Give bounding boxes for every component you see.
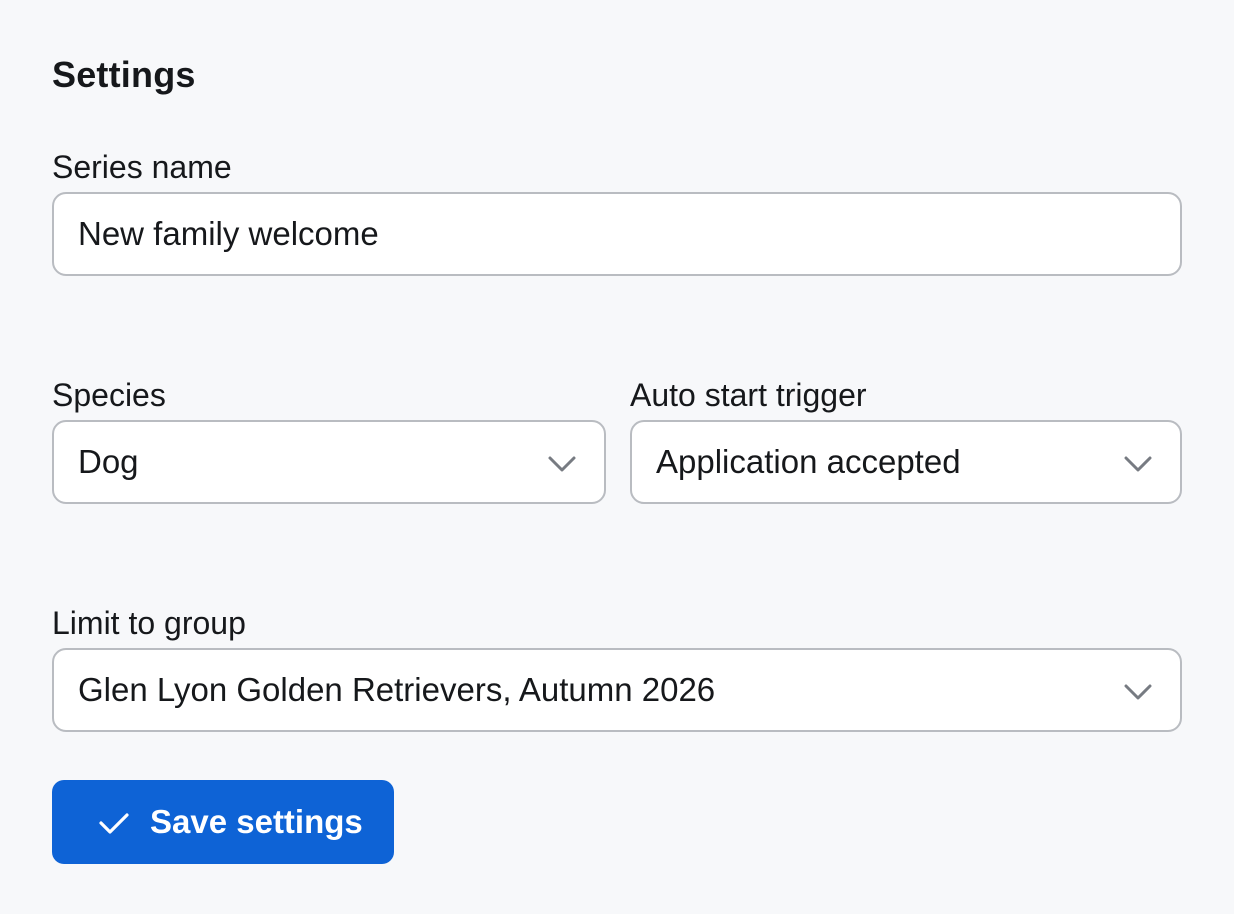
chevron-down-icon xyxy=(546,449,578,477)
series-name-input[interactable]: New family welcome xyxy=(52,192,1182,276)
auto-start-trigger-select[interactable]: Application accepted xyxy=(630,420,1182,504)
limit-to-group-value: Glen Lyon Golden Retrievers, Autumn 2026 xyxy=(78,671,716,708)
save-settings-button[interactable]: Save settings xyxy=(52,780,394,864)
series-name-label: Series name xyxy=(52,149,232,185)
page-title: Settings xyxy=(52,54,196,95)
settings-panel: Settings Series name New family welcome … xyxy=(52,0,1182,914)
series-name-value: New family welcome xyxy=(78,215,379,252)
auto-start-trigger-value: Application accepted xyxy=(656,443,961,480)
species-label: Species xyxy=(52,377,166,413)
auto-start-trigger-label: Auto start trigger xyxy=(630,377,867,413)
chevron-down-icon xyxy=(1122,677,1154,705)
species-value: Dog xyxy=(78,443,139,480)
check-icon xyxy=(98,806,130,838)
save-settings-label: Save settings xyxy=(150,803,363,840)
species-select[interactable]: Dog xyxy=(52,420,606,504)
limit-to-group-label: Limit to group xyxy=(52,605,246,641)
limit-to-group-select[interactable]: Glen Lyon Golden Retrievers, Autumn 2026 xyxy=(52,648,1182,732)
chevron-down-icon xyxy=(1122,449,1154,477)
